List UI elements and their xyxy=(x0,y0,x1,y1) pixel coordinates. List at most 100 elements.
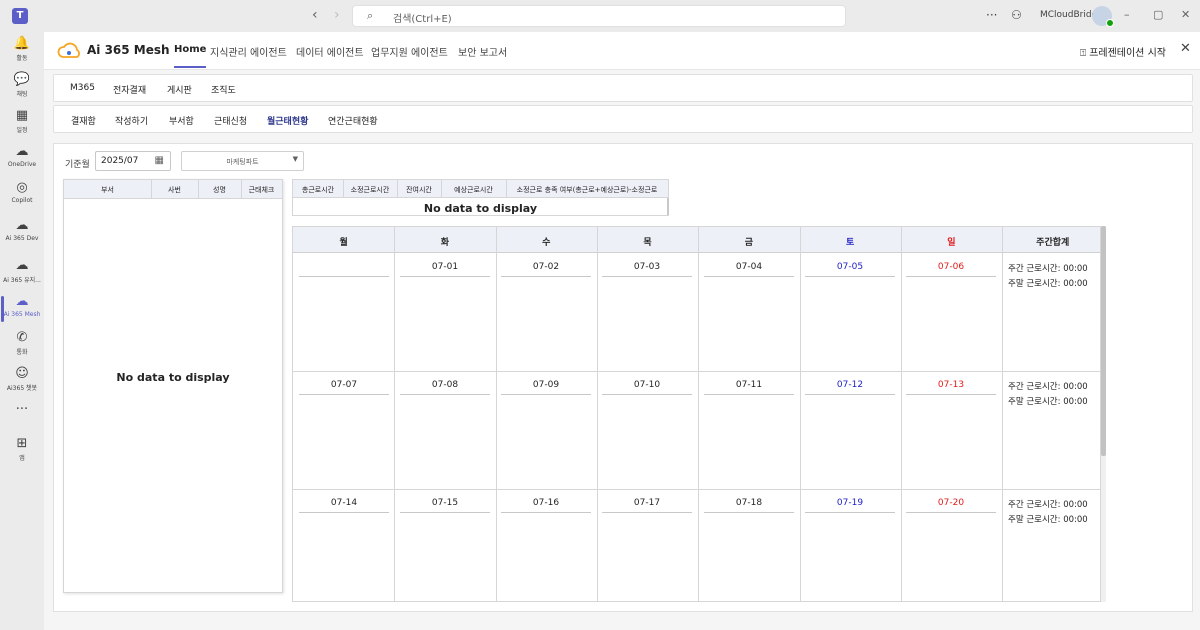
status-available-icon xyxy=(1106,19,1114,27)
rail-item-label: 활동 xyxy=(16,55,28,62)
rail-item[interactable]: ☁ Ai 365 Mesh xyxy=(0,294,44,322)
calendar-day-cell[interactable]: 07-14 xyxy=(299,498,389,513)
calendar-icon: ▦ xyxy=(15,108,29,123)
tab-4[interactable]: 보안 보고서 xyxy=(458,44,507,59)
column-divider xyxy=(343,180,344,198)
present-icon: ⍐ xyxy=(1080,48,1090,59)
weekday-header: 일 xyxy=(947,238,956,248)
rail-item[interactable]: ✆ 통화 xyxy=(0,330,44,356)
attendance-content: 기준월 2025/07 ▦ 마케팅파트 ▼ 부서 사번 성명 근태체크 No data… xyxy=(53,143,1193,612)
calendar-day-cell[interactable]: 07-09 xyxy=(501,380,591,395)
restore-icon[interactable]: ▢ xyxy=(1153,8,1163,21)
calendar-day-cell[interactable]: 07-12 xyxy=(805,380,895,395)
weekday-header: 수 xyxy=(542,238,551,248)
calendar-day-cell[interactable]: 07-01 xyxy=(400,262,490,277)
calendar-day-cell[interactable]: 07-16 xyxy=(501,498,591,513)
rail-item-label: 일정 xyxy=(16,127,28,134)
scrollbar-thumb[interactable] xyxy=(1101,226,1106,456)
tab-0[interactable]: Home xyxy=(174,44,207,68)
rail-item-label: Ai365 챗봇 xyxy=(6,385,38,392)
rail-item-label: Ai 365 유지... xyxy=(3,277,41,284)
subnav-item[interactable]: 연간근태현황 xyxy=(328,114,378,127)
calendar-day-cell[interactable]: 07-13 xyxy=(906,380,996,395)
calendar-day-cell[interactable]: 07-02 xyxy=(501,262,591,277)
calendar-day-cell[interactable]: 07-15 xyxy=(400,498,490,513)
calendar-day-cell[interactable]: 07-18 xyxy=(704,498,794,513)
subnav-item[interactable]: 게시판 xyxy=(167,83,192,96)
rail-item[interactable]: 💬 채팅 xyxy=(0,72,44,98)
column-divider xyxy=(800,227,801,601)
rail-item[interactable]: ☁ Ai 365 유지... xyxy=(0,258,44,284)
minimize-icon[interactable]: – xyxy=(1124,8,1130,21)
ai365-icon: ☁ xyxy=(15,294,29,309)
rail-item[interactable]: ··· xyxy=(0,402,44,419)
rail-item[interactable]: ☁ Ai 365 Dev xyxy=(0,218,44,242)
search-input[interactable]: ⌕ 검색(Ctrl+E) xyxy=(352,5,846,27)
subnav-item[interactable]: M365 xyxy=(70,83,95,93)
tab-1[interactable]: 지식관리 에이전트 xyxy=(210,44,287,59)
subnav-item[interactable]: 전자결재 xyxy=(113,83,146,96)
column-header[interactable]: 예상근로시간 xyxy=(441,185,506,195)
avatar[interactable] xyxy=(1092,6,1114,27)
subnav-item[interactable]: 결재함 xyxy=(71,114,96,127)
subnav-item[interactable]: 근태신청 xyxy=(214,114,247,127)
weekly-total-text: 주말 근로시간: 00:00 xyxy=(1008,515,1088,525)
calendar-day-cell[interactable] xyxy=(299,262,389,277)
app-header: Ai 365 Mesh Home 지식관리 에이전트 데이터 에이전트 업무지원 에이… xyxy=(44,32,1200,70)
month-input[interactable]: 2025/07 ▦ xyxy=(95,151,171,171)
employee-grid-header: 부서 사번 성명 근태체크 xyxy=(64,180,282,199)
column-divider xyxy=(397,180,398,198)
calendar-day-cell[interactable]: 07-03 xyxy=(602,262,692,277)
summary-scrollbar[interactable] xyxy=(667,198,669,215)
column-header[interactable]: 총근로시간 xyxy=(293,185,343,195)
present-button[interactable]: ⍐ 프레젠테이션 시작 xyxy=(1080,44,1166,59)
calendar-day-cell[interactable]: 07-05 xyxy=(805,262,895,277)
rail-item[interactable]: ☁ OneDrive xyxy=(0,144,44,168)
calendar-day-cell[interactable]: 07-07 xyxy=(299,380,389,395)
close-window-icon[interactable]: ✕ xyxy=(1181,8,1190,21)
calendar-day-cell[interactable]: 07-20 xyxy=(906,498,996,513)
calendar-day-cell[interactable]: 07-17 xyxy=(602,498,692,513)
subnav-item[interactable]: 부서함 xyxy=(169,114,194,127)
weekday-header: 금 xyxy=(744,238,753,248)
column-divider xyxy=(441,180,442,198)
subnav-item[interactable]: 월근태현황 xyxy=(267,114,308,127)
subnav-item[interactable]: 작성하기 xyxy=(115,114,148,127)
calendar-day-cell[interactable]: 07-08 xyxy=(400,380,490,395)
calendar-scrollbar[interactable] xyxy=(1101,226,1106,602)
column-header[interactable]: 사번 xyxy=(151,185,198,195)
person-settings-icon[interactable]: ⚇ xyxy=(1011,8,1022,22)
column-divider xyxy=(394,227,395,601)
column-header[interactable]: 근태체크 xyxy=(241,185,282,195)
rail-item[interactable]: ⊞ 앱 xyxy=(0,436,44,462)
rail-item-label: Ai 365 Mesh xyxy=(3,311,41,318)
rail-item[interactable]: ☺ Ai365 챗봇 xyxy=(0,366,44,392)
tab-3[interactable]: 업무지원 에이전트 xyxy=(371,44,448,59)
calendar-day-cell[interactable]: 07-10 xyxy=(602,380,692,395)
calendar-day-cell[interactable]: 07-04 xyxy=(704,262,794,277)
column-header[interactable]: 소정근로 충족 여부(총근로+예상근로)-소정근로 xyxy=(506,185,668,195)
more-options-icon[interactable]: ··· xyxy=(986,8,997,22)
rail-item[interactable]: ◎ Copilot xyxy=(0,180,44,204)
rail-item[interactable]: ▦ 일정 xyxy=(0,108,44,134)
calendar-day-cell[interactable]: 07-11 xyxy=(704,380,794,395)
rail-item[interactable]: 🔔 활동 xyxy=(0,36,44,62)
calendar-day-cell[interactable]: 07-19 xyxy=(805,498,895,513)
column-header[interactable]: 소정근로시간 xyxy=(343,185,397,195)
department-select[interactable]: 마케팅파트 ▼ xyxy=(181,151,304,171)
column-header[interactable]: 잔여시간 xyxy=(397,185,441,195)
app-brand: Ai 365 Mesh xyxy=(87,43,170,57)
close-app-icon[interactable]: ✕ xyxy=(1180,41,1191,56)
column-header[interactable]: 성명 xyxy=(198,185,241,195)
forward-arrow-icon[interactable]: › xyxy=(334,7,340,23)
calendar-day-cell[interactable]: 07-06 xyxy=(906,262,996,277)
rail-item-label: Ai 365 Dev xyxy=(5,235,39,242)
weekly-total-text: 주간 근로시간: 00:00 xyxy=(1008,500,1088,510)
calendar-picker-icon[interactable]: ▦ xyxy=(155,155,164,166)
subnav-item[interactable]: 조직도 xyxy=(211,83,236,96)
tab-2[interactable]: 데이터 에이전트 xyxy=(296,44,364,59)
column-divider xyxy=(198,180,199,199)
back-arrow-icon[interactable]: ‹ xyxy=(312,7,318,23)
column-header[interactable]: 부서 xyxy=(64,185,151,195)
month-label: 기준월 xyxy=(65,160,90,170)
